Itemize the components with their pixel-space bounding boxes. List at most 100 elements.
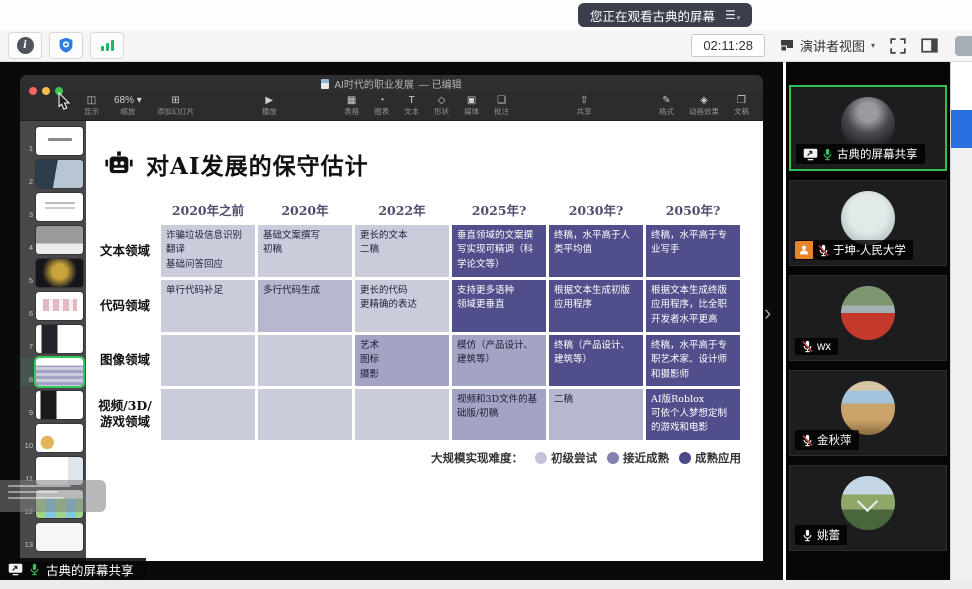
table-cell: 诈骗垃圾信息识别 翻译 基础问答回应 [161, 225, 255, 277]
slide-thumbnail-4[interactable]: 4 [21, 226, 86, 254]
keynote-tool-label: 形状 [434, 106, 449, 117]
participant-name: wx [817, 341, 831, 353]
table-column-header: 2022年 [355, 193, 449, 222]
background-gray-block [951, 148, 972, 589]
avatar [841, 97, 895, 151]
slide-number: 8 [21, 375, 33, 384]
participant-tile[interactable]: 金秋萍 [789, 370, 947, 456]
slide-number: 2 [21, 177, 33, 186]
legend-label: 成熟应用 [695, 450, 741, 466]
view-icon: ◫ [87, 95, 96, 106]
slide-thumbnail-9[interactable]: 9 [21, 391, 86, 419]
legend-item: 初级尝试 [535, 450, 597, 466]
keynote-tool-chart[interactable]: ◔图表 [374, 95, 389, 117]
banner-menu-button[interactable]: ☰ ▾ [725, 8, 740, 22]
toolbar-right-group: 02:11:28 演讲者视图 ▾ [691, 34, 938, 57]
slide-thumbnail-1[interactable]: 1 [21, 127, 86, 155]
table-cell: 更长的代码 更精确的表达 [355, 280, 449, 332]
animate-icon: ◈ [700, 95, 708, 106]
close-icon [29, 87, 37, 95]
caret-down-icon: ▾ [737, 14, 741, 22]
slide-thumb-preview [36, 424, 83, 452]
slide-thumbnail-13[interactable]: 13 [21, 523, 86, 551]
keynote-tool-add-slide[interactable]: ⊞添加幻灯片 [157, 95, 195, 117]
slide-thumbnail-8[interactable]: 8 [21, 358, 86, 386]
keynote-toolbar-group: ◫显示 68% ▾缩放 ⊞添加幻灯片 [84, 95, 194, 117]
keynote-tool-table[interactable]: ▦表格 [344, 95, 359, 117]
keynote-tool-play[interactable]: ▶播放 [262, 95, 277, 117]
shape-icon: ◇ [438, 95, 446, 106]
avatar [841, 191, 895, 245]
keynote-tool-shape[interactable]: ◇形状 [434, 95, 449, 117]
legend-dot [679, 452, 691, 464]
slide-number: 5 [21, 276, 33, 285]
table-column-header: 2030年? [549, 193, 643, 222]
table-row-label: 图像领域 [92, 335, 158, 386]
slide-thumbnail-3[interactable]: 3 [21, 193, 86, 221]
keynote-tool-label: 文稿 [734, 106, 749, 117]
network-signal-button[interactable] [90, 32, 124, 59]
participant-tile[interactable]: wx [789, 275, 947, 361]
keynote-window: AI时代的职业发展 — 已编辑 ◫显示68% ▾缩放⊞添加幻灯片▶播放▦表格◔图… [20, 75, 763, 561]
panel-expand-chevron[interactable]: › [764, 300, 771, 326]
split-view-icon [921, 38, 938, 53]
keynote-tool-zoom[interactable]: 68% ▾缩放 [114, 95, 142, 117]
slide-thumbnail-5[interactable]: 5 [21, 259, 86, 287]
table-column-header: 2020年之前 [161, 193, 255, 222]
legend-items: 初级尝试接近成熟成熟应用 [535, 450, 741, 466]
slide-thumbnail-6[interactable]: 6 [21, 292, 86, 320]
keynote-tool-label: 显示 [84, 106, 99, 117]
security-button[interactable] [49, 32, 83, 59]
hamburger-icon: ☰ [725, 8, 736, 22]
toolbar-left-group: i [8, 32, 124, 59]
keynote-toolbar: ◫显示 68% ▾缩放 ⊞添加幻灯片 ▶播放 ▦表格 ◔图表 T文本 ◇形状 ▣媒体 ❏批注 ⇧共享… [20, 92, 763, 121]
keynote-toolbar-group: ▶播放 [262, 95, 277, 117]
keynote-tool-media[interactable]: ▣媒体 [464, 95, 479, 117]
table-cell: 二稿 [549, 389, 643, 440]
table-row-label: 文本领域 [92, 225, 158, 277]
edge-partial-icon[interactable] [955, 36, 972, 56]
view-mode-dropdown[interactable]: 演讲者视图 ▾ [780, 36, 875, 55]
slide-thumbnail-7[interactable]: 7 [21, 325, 86, 353]
keynote-tool-label: 批注 [494, 106, 509, 117]
keynote-tool-document[interactable]: ❒文稿 [734, 95, 749, 117]
mic-on-icon [29, 563, 40, 576]
legend-label: 初级尝试 [551, 450, 597, 466]
share-status-bar: 古典的屏幕共享 [0, 558, 146, 580]
top-banner-strip: 您正在观看古典的屏幕 ☰ ▾ [0, 0, 972, 30]
avatar [841, 381, 895, 435]
table-column-header: 2025年? [452, 193, 546, 222]
participant-name: 于坤-人民大学 [833, 242, 906, 258]
participant-tile[interactable]: 姚蕾 [789, 465, 947, 551]
add-slide-icon: ⊞ [171, 95, 179, 106]
fullscreen-button[interactable] [890, 38, 906, 54]
keynote-tool-share[interactable]: ⇧共享 [577, 95, 592, 117]
meeting-info-button[interactable]: i [8, 32, 42, 59]
slide-thumbnail-2[interactable]: 2 [21, 160, 86, 188]
keynote-tool-view[interactable]: ◫显示 [84, 95, 99, 117]
keynote-tool-text[interactable]: T文本 [404, 95, 419, 117]
watching-screen-banner: 您正在观看古典的屏幕 ☰ ▾ [578, 3, 752, 27]
participant-tile[interactable]: 古典的屏幕共享 [789, 85, 947, 171]
table-cell: 根据文本生成初版应用程序 [549, 280, 643, 332]
table-cell: 视频和3D文件的基础版/初稿 [452, 389, 546, 440]
zoom-icon: 68% ▾ [114, 95, 142, 106]
legend-title: 大规模实现难度： [431, 450, 523, 466]
shield-plus-icon [58, 37, 74, 54]
slide-thumbnail-10[interactable]: 10 [21, 424, 86, 452]
side-by-side-layout-button[interactable] [921, 38, 938, 53]
keynote-tool-label: 动画效果 [689, 106, 719, 117]
text-icon: T [409, 95, 415, 106]
slide-number: 1 [21, 144, 33, 153]
keynote-tool-animate[interactable]: ◈动画效果 [689, 95, 719, 117]
shared-screen-area: AI时代的职业发展 — 已编辑 ◫显示68% ▾缩放⊞添加幻灯片▶播放▦表格◔图… [0, 62, 783, 580]
bottom-desktop-strip [0, 580, 972, 589]
keynote-tool-comment[interactable]: ❏批注 [494, 95, 509, 117]
participant-tile[interactable]: 于坤-人民大学 [789, 180, 947, 266]
slide-number: 10 [21, 441, 33, 450]
participant-name: 姚蕾 [817, 527, 840, 543]
slide-thumb-preview [36, 391, 83, 419]
keynote-tool-format[interactable]: ✎格式 [659, 95, 674, 117]
slide-thumb-preview [36, 226, 83, 254]
slide-thumb-preview [36, 292, 83, 320]
